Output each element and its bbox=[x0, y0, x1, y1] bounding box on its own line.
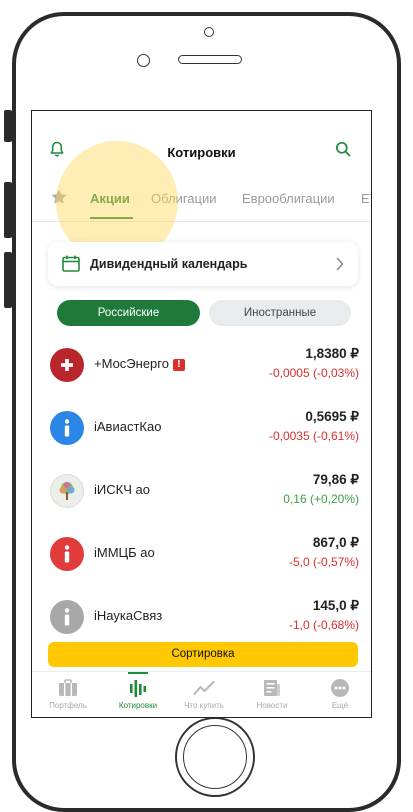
quote-change: -1,0 (-0,68%) bbox=[288, 618, 359, 632]
quote-row-mmcb[interactable]: iММЦБ ао 867,0 ₽ -5,0 (-0,57%) bbox=[32, 533, 371, 596]
briefcase-icon bbox=[38, 676, 98, 700]
quotes-icon bbox=[108, 676, 168, 700]
bottom-nav: Портфель Котировки Что купить Новости Ещ bbox=[32, 671, 371, 717]
app-screen: Котировки Акции Облигации Еврооблигации … bbox=[31, 110, 372, 718]
quote-price: 0,5695 ₽ bbox=[305, 409, 359, 424]
tab-stocks[interactable]: Акции bbox=[90, 191, 130, 206]
quote-row-mosenergo[interactable]: +МосЭнерго! 1,8380 ₽ -0,0005 (-0,03%) bbox=[32, 344, 371, 407]
segment-russian[interactable]: Российские bbox=[57, 300, 200, 326]
quote-name: +МосЭнерго! bbox=[94, 356, 185, 371]
quotes-tabs: Акции Облигации Еврооблигации ET bbox=[32, 181, 371, 222]
more-icon bbox=[310, 676, 370, 700]
chevron-right-icon bbox=[336, 257, 344, 276]
quote-change: -0,0035 (-0,61%) bbox=[268, 429, 359, 443]
tab-eurobonds[interactable]: Еврооблигации bbox=[242, 191, 335, 206]
tab-etf[interactable]: ET bbox=[361, 191, 371, 206]
front-camera bbox=[204, 27, 214, 37]
tab-bonds[interactable]: Облигации bbox=[151, 191, 216, 206]
tree-logo-icon bbox=[50, 474, 84, 508]
sort-button[interactable]: Сортировка bbox=[48, 642, 358, 667]
quote-name: iНаукаСвяз bbox=[94, 608, 163, 623]
active-tab-indicator bbox=[90, 217, 133, 219]
home-button[interactable] bbox=[175, 717, 255, 797]
active-nav-indicator bbox=[128, 672, 148, 674]
quote-price: 1,8380 ₽ bbox=[305, 346, 359, 361]
proximity-sensor bbox=[137, 54, 150, 67]
quote-change: -0,0005 (-0,03%) bbox=[268, 366, 359, 380]
dividend-calendar-label: Дивидендный календарь bbox=[90, 257, 248, 271]
home-button-ring bbox=[183, 725, 247, 789]
nav-portfolio[interactable]: Портфель bbox=[38, 676, 98, 710]
search-icon[interactable] bbox=[334, 140, 352, 158]
favorites-star-icon[interactable] bbox=[50, 188, 68, 209]
earpiece-speaker bbox=[178, 55, 242, 64]
nav-more[interactable]: Ещё bbox=[310, 676, 370, 710]
nav-what-to-buy[interactable]: Что купить bbox=[174, 676, 234, 710]
mute-switch bbox=[4, 110, 12, 142]
volume-down-button bbox=[4, 252, 12, 308]
segment-foreign[interactable]: Иностранные bbox=[209, 300, 351, 326]
quote-row-aviastkao[interactable]: iАвиастКао 0,5695 ₽ -0,0035 (-0,61%) bbox=[32, 407, 371, 470]
quote-row-iskch[interactable]: iИСКЧ ао 79,86 ₽ 0,16 (+0,20%) bbox=[32, 470, 371, 533]
nav-label: Ещё bbox=[331, 701, 349, 710]
nav-quotes[interactable]: Котировки bbox=[108, 676, 168, 710]
trend-icon bbox=[174, 676, 234, 700]
nav-label: Котировки bbox=[118, 701, 158, 710]
quote-name: iАвиастКао bbox=[94, 419, 162, 434]
info-logo-icon bbox=[50, 537, 84, 571]
calendar-icon bbox=[62, 255, 80, 277]
quote-change: 0,16 (+0,20%) bbox=[283, 492, 359, 506]
news-icon bbox=[242, 676, 302, 700]
quote-price: 145,0 ₽ bbox=[312, 598, 359, 613]
quote-name: iММЦБ ао bbox=[94, 545, 155, 560]
volume-up-button bbox=[4, 182, 12, 238]
warning-flag-icon: ! bbox=[172, 359, 185, 371]
nav-news[interactable]: Новости bbox=[242, 676, 302, 710]
nav-label: Новости bbox=[256, 701, 288, 710]
quote-change: -5,0 (-0,57%) bbox=[288, 555, 359, 569]
mosenergo-logo-icon bbox=[50, 348, 84, 382]
quote-price: 867,0 ₽ bbox=[312, 535, 359, 550]
dividend-calendar-card[interactable]: Дивидендный календарь bbox=[48, 242, 358, 286]
page-title: Котировки bbox=[167, 145, 236, 160]
info-logo-icon bbox=[50, 600, 84, 634]
quote-price: 79,86 ₽ bbox=[312, 472, 359, 487]
quote-name: iИСКЧ ао bbox=[94, 482, 150, 497]
info-logo-icon bbox=[50, 411, 84, 445]
nav-label: Портфель bbox=[49, 701, 87, 710]
nav-label: Что купить bbox=[184, 701, 224, 710]
